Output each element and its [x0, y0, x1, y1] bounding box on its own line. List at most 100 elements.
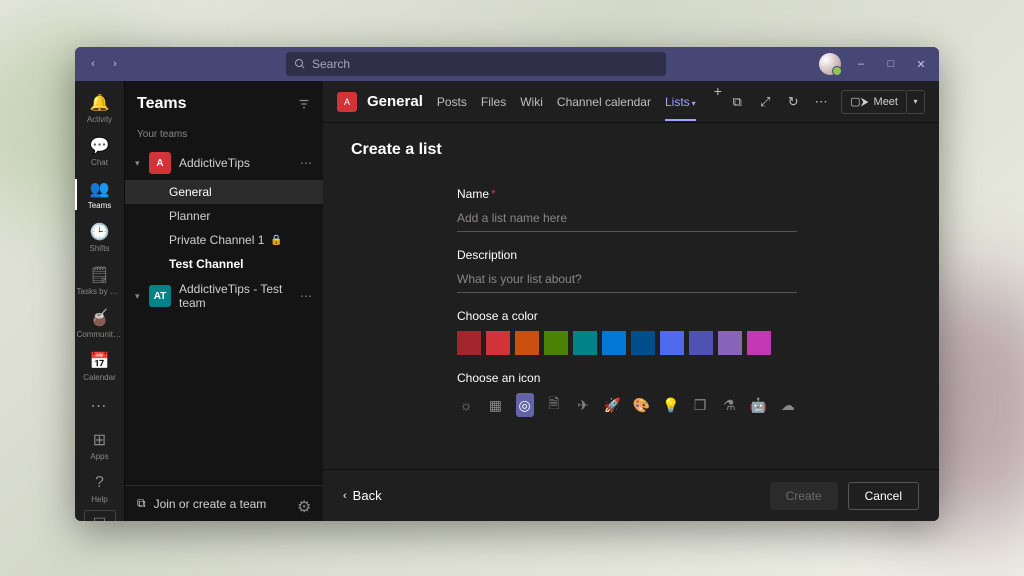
rail-item-teams[interactable]: 👥Teams — [75, 173, 125, 216]
rail-label: Calendar — [83, 373, 115, 382]
channel-row[interactable]: General — [125, 180, 323, 204]
join-label: Join or create a team — [154, 497, 267, 511]
rail-item-communities[interactable]: 🧉Communities — [75, 302, 125, 345]
icon-option-clipboard[interactable]: 🗎 — [545, 393, 563, 417]
icon-option-airplane[interactable]: ✈ — [574, 393, 592, 417]
tab-channel-calendar[interactable]: Channel calendar — [557, 83, 651, 121]
chevron-left-icon: ‹ — [343, 490, 347, 502]
back-button[interactable]: ‹ Back — [343, 488, 382, 503]
color-swatch-0[interactable] — [457, 331, 481, 355]
filter-icon[interactable] — [297, 97, 311, 111]
rail-more-button[interactable]: ⋯ — [91, 388, 109, 424]
close-button[interactable]: ✕ — [911, 54, 931, 74]
channel-name: Private Channel 1 — [169, 233, 264, 247]
search-input[interactable]: Search — [286, 52, 666, 76]
back-label: Back — [353, 488, 382, 503]
color-swatch-7[interactable] — [660, 331, 684, 355]
team-more-button[interactable]: ⋯ — [300, 289, 313, 303]
rail-item-activity[interactable]: 🔔Activity — [75, 87, 125, 130]
color-swatch-8[interactable] — [689, 331, 713, 355]
color-swatch-10[interactable] — [747, 331, 771, 355]
icon-option-flask[interactable]: ⚗ — [720, 393, 738, 417]
color-swatch-1[interactable] — [486, 331, 510, 355]
camera-icon: ▢⮞ — [850, 95, 868, 109]
nav-forward-button[interactable]: › — [105, 54, 125, 74]
meet-button[interactable]: ▢⮞ Meet — [841, 90, 907, 114]
palette-icon: 🎨 — [633, 397, 650, 414]
icon-option-cloud[interactable]: ☁ — [779, 393, 797, 417]
join-create-team-button[interactable]: ⧉ Join or create a team — [137, 496, 297, 511]
team-more-button[interactable]: ⋯ — [300, 156, 313, 170]
nav-back-button[interactable]: ‹ — [83, 54, 103, 74]
channel-row[interactable]: Test Channel — [125, 252, 323, 276]
rail-item-calendar[interactable]: 📅 Calendar — [75, 345, 125, 388]
list-description-input[interactable] — [457, 268, 797, 293]
icon-option-target[interactable]: ◎ — [516, 393, 534, 417]
tab-files[interactable]: Files — [481, 83, 506, 121]
tab-wiki[interactable]: Wiki — [520, 83, 543, 121]
name-field-label: Name* — [457, 187, 797, 201]
fullscreen-icon[interactable]: ⤢ — [757, 94, 773, 110]
icon-option-cube[interactable]: ❒ — [691, 393, 709, 417]
rail-label: Communities — [77, 330, 123, 339]
choose-color-label: Choose a color — [457, 309, 797, 323]
team-name: AddictiveTips — [179, 156, 300, 170]
channel-row[interactable]: Planner — [125, 204, 323, 228]
color-swatch-4[interactable] — [573, 331, 597, 355]
list-name-input[interactable] — [457, 207, 797, 232]
color-swatch-3[interactable] — [544, 331, 568, 355]
icon-option-calendar[interactable]: ▦ — [486, 393, 504, 417]
reload-icon[interactable]: ↻ — [785, 94, 801, 110]
cancel-button[interactable]: Cancel — [848, 482, 919, 510]
icon-option-list[interactable]: ☼ — [457, 393, 475, 417]
create-button[interactable]: Create — [770, 482, 838, 510]
description-field-label: Description — [457, 248, 797, 262]
search-icon — [294, 58, 306, 70]
team-row[interactable]: ▾ A AddictiveTips⋯ — [125, 146, 323, 180]
help-icon: ? — [90, 473, 110, 493]
rail-item-tasks[interactable]: 🗒Tasks by Pl... — [75, 259, 125, 302]
content-area: A General PostsFilesWikiChannel calendar… — [323, 81, 939, 521]
more-options-icon[interactable]: ⋯ — [813, 94, 829, 110]
profile-avatar[interactable] — [819, 53, 841, 75]
rail-item-help[interactable]: ?Help — [75, 467, 125, 510]
rail-item-shifts[interactable]: 🕒Shifts — [75, 216, 125, 259]
flask-icon: ⚗ — [723, 397, 736, 414]
icon-option-robot[interactable]: 🤖 — [750, 393, 768, 417]
meet-dropdown-button[interactable]: ▾ — [907, 90, 925, 114]
team-row[interactable]: ▾ATAddictiveTips - Test team⋯ — [125, 276, 323, 316]
color-swatch-5[interactable] — [602, 331, 626, 355]
color-swatch-9[interactable] — [718, 331, 742, 355]
maximize-button[interactable]: □ — [881, 54, 901, 74]
calendar-icon: 📅 — [90, 351, 110, 371]
channel-name: Planner — [169, 209, 210, 223]
rail-item-chat[interactable]: 💬Chat — [75, 130, 125, 173]
icon-option-palette[interactable]: 🎨 — [633, 393, 651, 417]
add-tab-button[interactable]: + — [710, 83, 726, 121]
channel-name: General — [169, 185, 212, 199]
titlebar: ‹ › Search – □ ✕ — [75, 47, 939, 81]
chevron-down-icon: ▾ — [135, 158, 145, 169]
cube-icon: ❒ — [694, 397, 707, 414]
chevron-down-icon: ▾ — [692, 99, 696, 108]
manage-teams-gear-icon[interactable]: ⚙ — [297, 497, 311, 511]
channel-avatar: A — [337, 92, 357, 112]
rail-label: Shifts — [89, 244, 109, 253]
rail-item-apps[interactable]: ⊞Apps — [75, 424, 125, 467]
minimize-button[interactable]: – — [851, 54, 871, 74]
tab-lists[interactable]: Lists▾ — [665, 83, 696, 121]
teams-icon: 👥 — [90, 179, 110, 199]
color-swatch-2[interactable] — [515, 331, 539, 355]
channel-row[interactable]: Private Channel 1🔒 — [125, 228, 323, 252]
icon-option-lightbulb[interactable]: 💡 — [662, 393, 680, 417]
meet-label: Meet — [874, 96, 898, 108]
expand-tab-icon[interactable]: ⧉ — [729, 94, 745, 110]
color-swatch-6[interactable] — [631, 331, 655, 355]
choose-icon-label: Choose an icon — [457, 371, 797, 385]
team-avatar: AT — [149, 285, 171, 307]
icon-option-rocket[interactable]: 🚀 — [603, 393, 621, 417]
channel-header: A General PostsFilesWikiChannel calendar… — [323, 81, 939, 123]
tab-posts[interactable]: Posts — [437, 83, 467, 121]
team-avatar: A — [149, 152, 171, 174]
rail-item-personal[interactable]: ▭ — [84, 510, 116, 521]
